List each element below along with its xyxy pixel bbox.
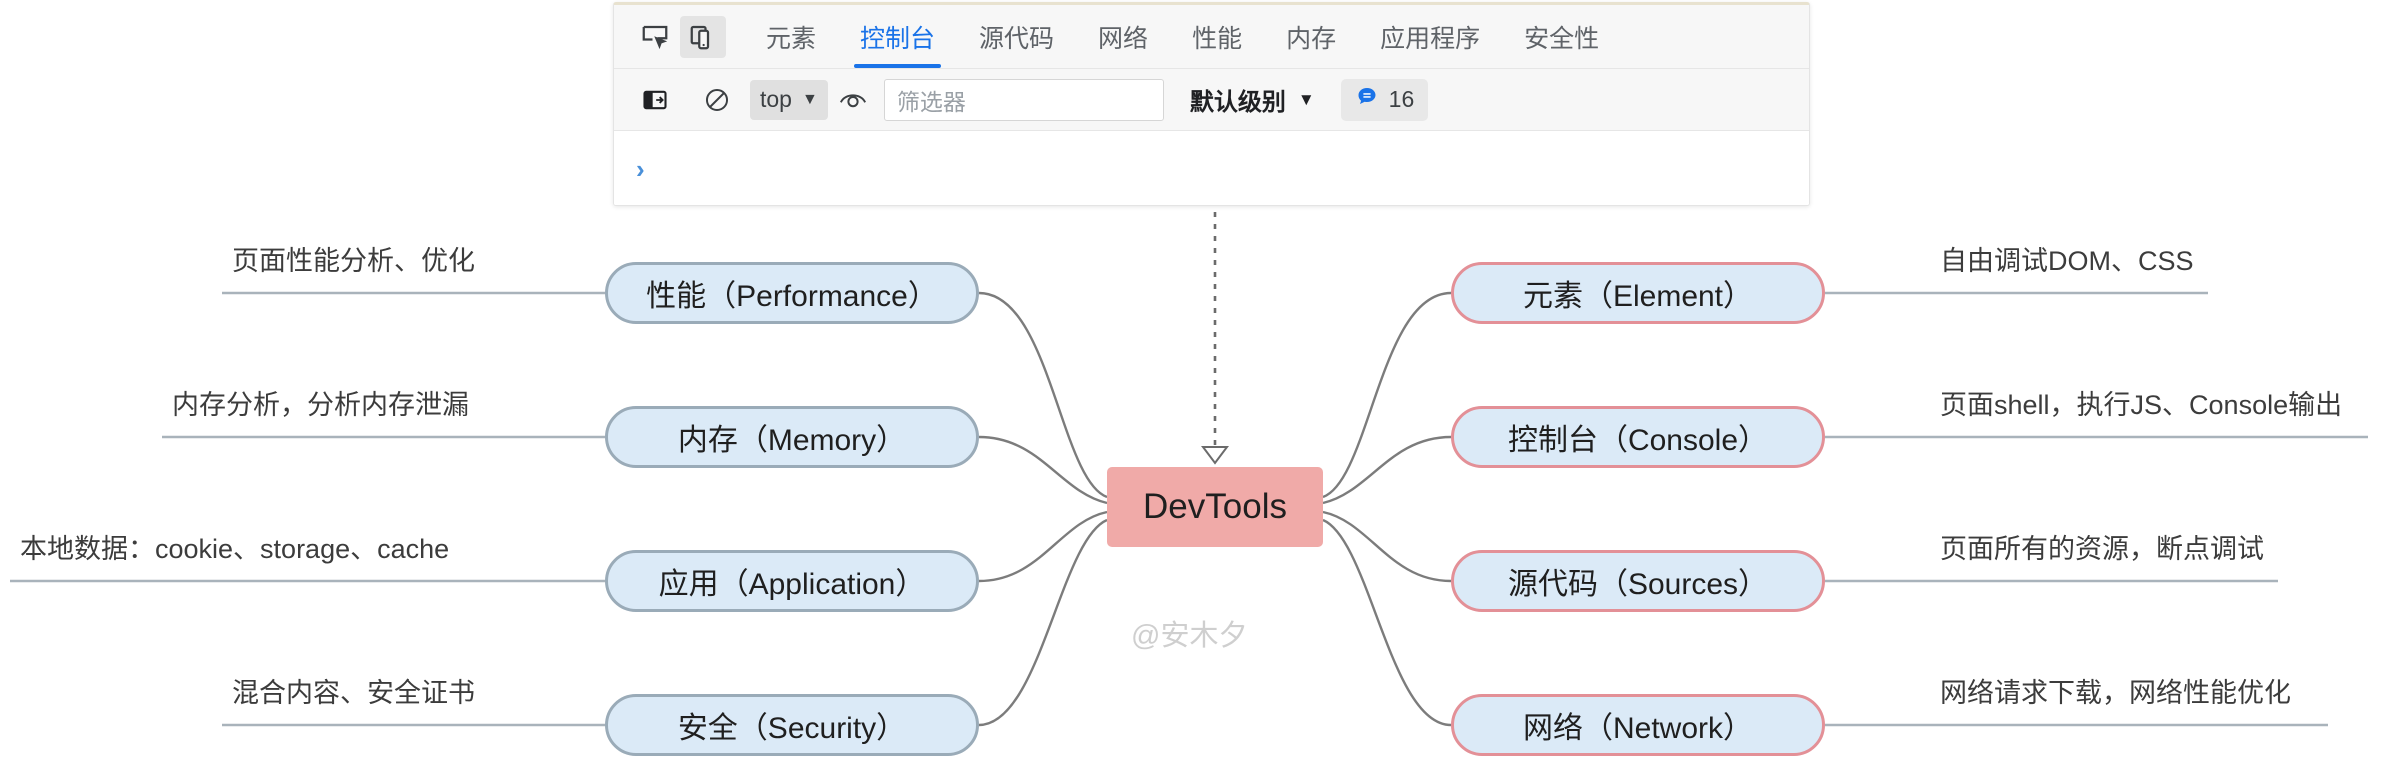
mindmap-node-console[interactable]: 控制台（Console） — [1451, 406, 1825, 468]
leaf-note-memory: 内存分析，分析内存泄漏 — [172, 392, 469, 419]
leaf-note-sources: 页面所有的资源，断点调试 — [1940, 536, 2264, 563]
devtools-to-center-arrow — [1203, 212, 1227, 463]
leaf-note-element: 自由调试DOM、CSS — [1940, 248, 2194, 275]
node-label: 性能（Performance） — [646, 271, 938, 315]
leaf-note-console: 页面shell，执行JS、Console输出 — [1940, 392, 2342, 419]
mindmap-node-security[interactable]: 安全（Security） — [605, 694, 979, 756]
node-label: 控制台（Console） — [1508, 415, 1768, 459]
node-label: 源代码（Sources） — [1508, 559, 1768, 603]
leaf-stems-left — [10, 293, 605, 725]
mindmap-node-center-devtools[interactable]: DevTools — [1107, 467, 1323, 547]
mindmap-node-element[interactable]: 元素（Element） — [1451, 262, 1825, 324]
leaf-note-security: 混合内容、安全证书 — [232, 680, 475, 707]
node-label: DevTools — [1143, 487, 1287, 527]
mindmap-node-performance[interactable]: 性能（Performance） — [605, 262, 979, 324]
leaf-note-application: 本地数据：cookie、storage、cache — [20, 536, 449, 563]
leaf-note-performance: 页面性能分析、优化 — [232, 248, 475, 275]
mindmap-node-memory[interactable]: 内存（Memory） — [605, 406, 979, 468]
node-label: 安全（Security） — [678, 703, 906, 747]
leaf-stems-right — [1825, 293, 2368, 725]
node-label: 应用（Application） — [659, 559, 926, 603]
mindmap-node-network[interactable]: 网络（Network） — [1451, 694, 1825, 756]
node-label: 元素（Element） — [1523, 271, 1753, 315]
watermark: @安木夕 — [1131, 612, 1247, 654]
node-label: 内存（Memory） — [678, 415, 906, 459]
mindmap-node-application[interactable]: 应用（Application） — [605, 550, 979, 612]
mindmap-node-sources[interactable]: 源代码（Sources） — [1451, 550, 1825, 612]
leaf-note-network: 网络请求下载，网络性能优化 — [1940, 680, 2291, 707]
node-label: 网络（Network） — [1523, 703, 1753, 747]
